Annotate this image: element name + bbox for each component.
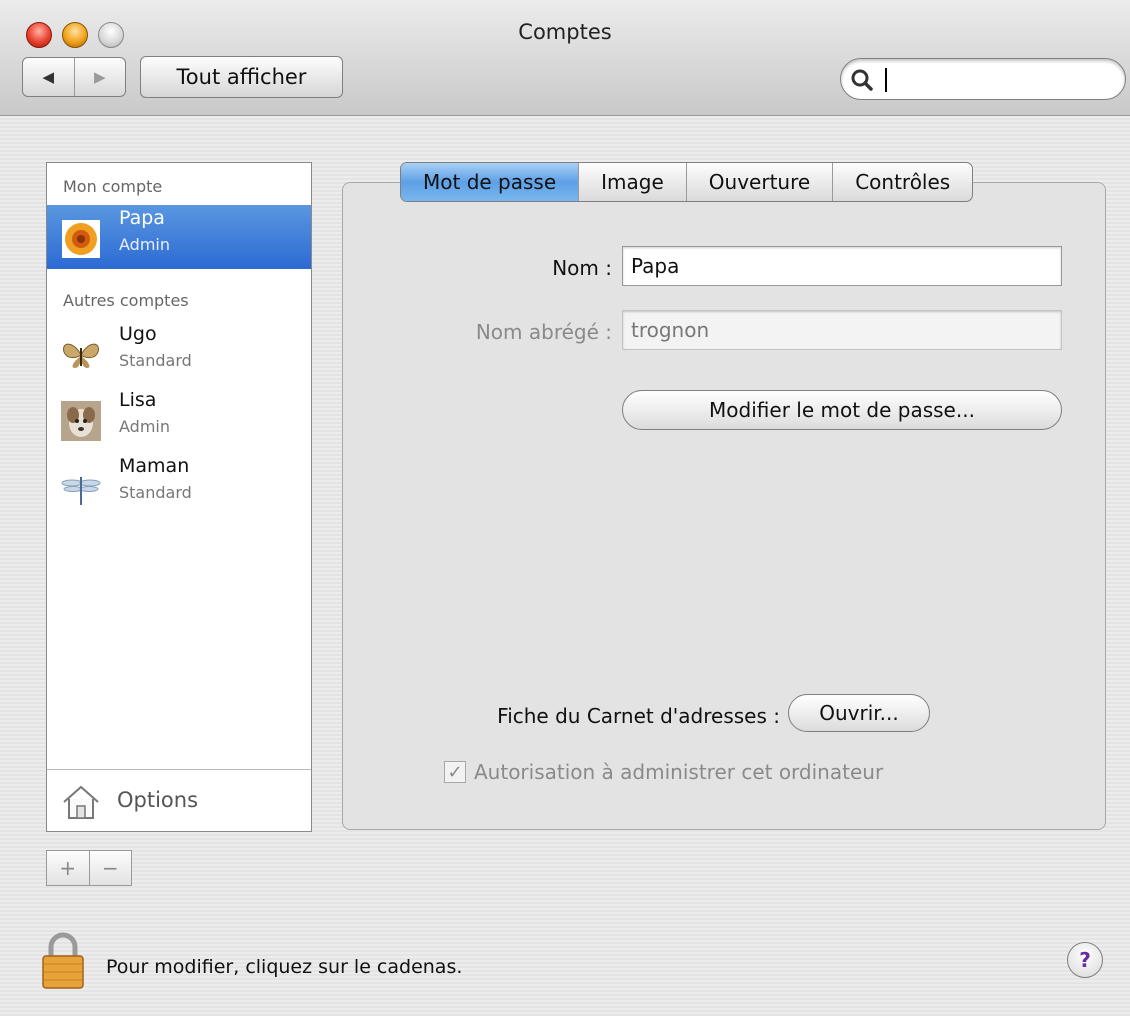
account-item-maman[interactable]: Maman Standard (47, 453, 311, 517)
account-name: Papa (119, 207, 165, 229)
butterfly-icon (61, 335, 101, 375)
short-name-label: Nom abrégé : (475, 320, 612, 344)
house-icon (63, 785, 99, 819)
address-book-label: Fiche du Carnet d'adresses : (497, 704, 780, 728)
admin-checkbox-label: Autorisation à administrer cet ordinateu… (474, 760, 884, 784)
admin-checkbox-row: ✓ Autorisation à administrer cet ordinat… (444, 760, 883, 784)
search-input[interactable] (885, 65, 1111, 93)
name-label: Nom : (552, 256, 612, 280)
help-button[interactable]: ? (1067, 942, 1103, 978)
account-role: Standard (119, 483, 192, 502)
back-forward-control: ◀ ▶ (22, 57, 126, 97)
login-options-item[interactable]: Options (47, 769, 311, 831)
show-all-button[interactable]: Tout afficher (140, 56, 343, 98)
account-name: Maman (119, 455, 190, 477)
dragonfly-icon (61, 467, 101, 507)
account-item-lisa[interactable]: Lisa Admin (47, 387, 311, 451)
add-remove-control: + − (46, 850, 132, 886)
back-button[interactable]: ◀ (23, 58, 74, 96)
lock-icon[interactable] (40, 932, 86, 990)
accounts-list: Mon compte Papa Admin Autres comptes Ugo (46, 162, 312, 832)
remove-account-button[interactable]: − (88, 851, 132, 885)
name-field[interactable]: Papa (622, 246, 1062, 286)
admin-checkbox: ✓ (444, 761, 466, 783)
open-address-book-button[interactable]: Ouvrir... (788, 694, 930, 732)
forward-button[interactable]: ▶ (73, 58, 126, 96)
account-item-papa[interactable]: Papa Admin (47, 205, 311, 269)
tab-picture[interactable]: Image (578, 163, 686, 201)
tab-password[interactable]: Mot de passe (401, 163, 579, 201)
account-role: Admin (119, 235, 170, 254)
dog-photo-icon (61, 401, 101, 441)
my-account-header: Mon compte (63, 177, 163, 196)
account-role: Standard (119, 351, 192, 370)
search-icon (851, 69, 873, 91)
sunflower-icon (61, 219, 101, 259)
tab-login-items[interactable]: Ouverture (685, 163, 832, 201)
text-cursor (885, 68, 887, 92)
tab-bar: Mot de passe Image Ouverture Contrôles (400, 162, 974, 202)
options-label: Options (117, 788, 199, 812)
add-account-button[interactable]: + (47, 851, 89, 885)
account-role: Admin (119, 417, 170, 436)
search-field[interactable] (840, 58, 1126, 100)
tab-parental-controls[interactable]: Contrôles (832, 163, 972, 201)
window-titlebar: Comptes ◀ ▶ Tout afficher (0, 0, 1130, 116)
account-name: Lisa (119, 389, 157, 411)
account-name: Ugo (119, 323, 157, 345)
account-item-ugo[interactable]: Ugo Standard (47, 321, 311, 385)
window-title: Comptes (518, 20, 612, 44)
lock-instruction-text: Pour modifier, cliquez sur le cadenas. (106, 956, 463, 978)
short-name-field: trognon (622, 310, 1062, 350)
change-password-button[interactable]: Modifier le mot de passe... (622, 390, 1062, 430)
other-accounts-header: Autres comptes (63, 291, 189, 310)
